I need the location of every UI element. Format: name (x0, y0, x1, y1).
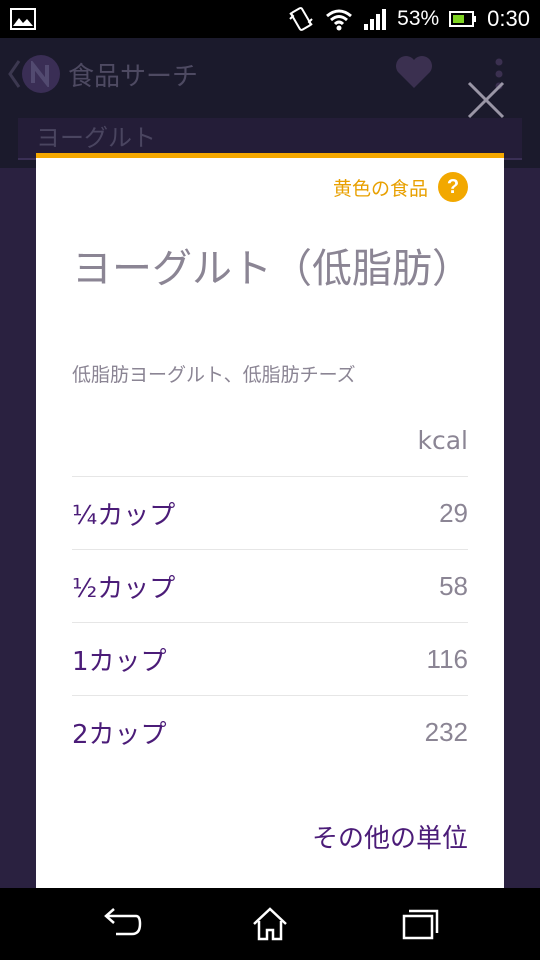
portion-label: ½カップ (72, 573, 176, 604)
category-row: 黄色の食品 ? (333, 172, 468, 202)
navigation-bar (0, 888, 540, 960)
food-title: ヨーグルト（低脂肪） (72, 246, 472, 292)
battery-percent: 53% (397, 7, 440, 30)
recents-icon[interactable] (400, 906, 440, 942)
app-title: 食品サーチ (68, 61, 199, 92)
category-label[interactable]: 黄色の食品 (333, 174, 428, 201)
gallery-icon (10, 8, 36, 30)
portion-label: 1カップ (72, 646, 167, 677)
status-bar: 53% 0:30 (0, 0, 540, 38)
portion-label: 2カップ (72, 719, 167, 750)
wifi-icon (326, 9, 353, 31)
portion-row[interactable]: ¼カップ 29 (72, 476, 468, 549)
close-icon[interactable] (466, 80, 506, 120)
portion-row[interactable]: 2カップ 232 (72, 695, 468, 768)
portion-kcal: 116 (426, 643, 468, 674)
app-bar: 食品サーチ (0, 38, 540, 110)
portion-kcal: 232 (424, 716, 468, 747)
battery-icon (449, 11, 477, 27)
status-clock: 0:30 (487, 6, 530, 31)
app-logo (22, 55, 60, 93)
more-units-button[interactable]: その他の単位 (312, 818, 468, 855)
home-icon[interactable] (250, 906, 290, 942)
help-icon[interactable]: ? (438, 172, 468, 202)
food-detail-dialog: 黄色の食品 ? ヨーグルト（低脂肪） 低脂肪ヨーグルト、低脂肪チーズ kcal … (36, 153, 504, 888)
portion-kcal: 58 (439, 570, 468, 601)
portion-list: ¼カップ 29 ½カップ 58 1カップ 116 2カップ 232 (72, 476, 468, 768)
unit-header: kcal (417, 426, 469, 455)
portion-row[interactable]: ½カップ 58 (72, 549, 468, 622)
back-icon[interactable] (102, 906, 142, 942)
food-subtitle: 低脂肪ヨーグルト、低脂肪チーズ (72, 364, 356, 386)
vibrate-icon (289, 7, 313, 31)
heart-icon[interactable] (394, 54, 434, 90)
portion-kcal: 29 (439, 497, 468, 528)
portion-row[interactable]: 1カップ 116 (72, 622, 468, 695)
portion-label: ¼カップ (72, 500, 176, 531)
chevron-left-icon[interactable] (6, 57, 22, 91)
screen: 53% 0:30 食品サーチ ヨーグルト 黄色の食品 ? ヨーグルト（低脂肪） … (0, 0, 540, 960)
n-logo-icon (31, 61, 49, 87)
signal-icon (364, 9, 387, 30)
